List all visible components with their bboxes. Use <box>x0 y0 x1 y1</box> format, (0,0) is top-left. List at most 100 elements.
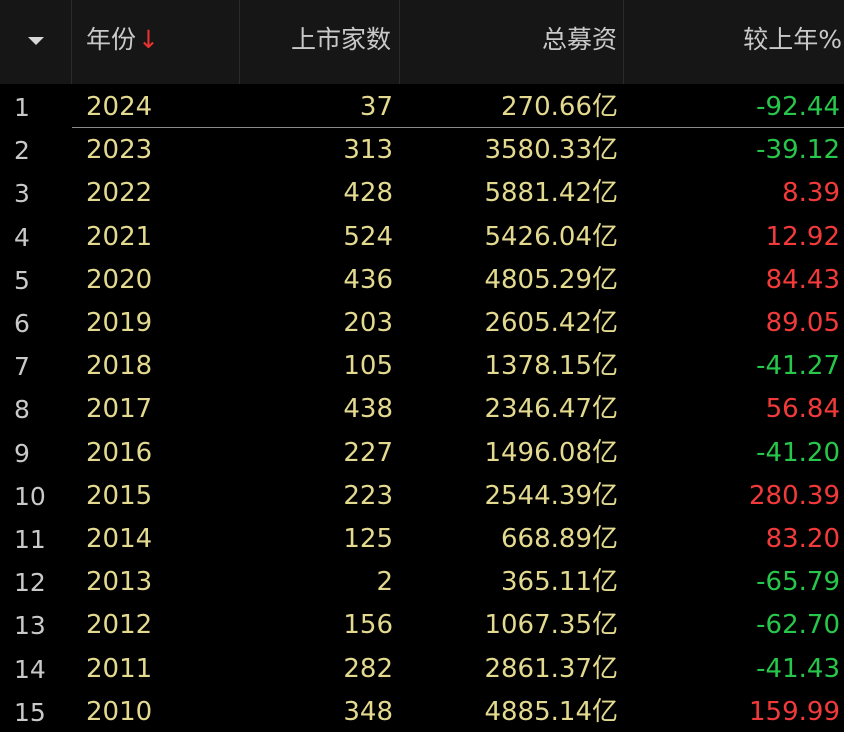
table-row[interactable]: 3 2022 428 5881.42亿 8.39 <box>0 172 844 215</box>
listing-count-cell: 2 <box>376 567 393 598</box>
listing-count-cell: 428 <box>343 178 393 209</box>
listing-count-cell: 37 <box>359 92 393 122</box>
header-year-label: 年份 <box>86 25 137 54</box>
year-cell: 2023 <box>86 135 153 166</box>
total-raised-cell: 668.89亿 <box>501 524 618 554</box>
yoy-change-cell: -39.12 <box>756 135 840 166</box>
total-raised-cell: 3580.33亿 <box>484 135 618 166</box>
selected-row-underline <box>72 127 844 129</box>
row-index: 15 <box>14 697 46 727</box>
row-index: 5 <box>14 265 30 295</box>
total-raised-cell: 4805.29亿 <box>484 264 618 295</box>
row-index: 11 <box>14 525 46 554</box>
year-cell: 2021 <box>86 221 153 252</box>
yoy-change-cell: -92.44 <box>756 92 840 122</box>
row-index: 7 <box>14 352 30 382</box>
year-cell: 2022 <box>86 178 153 209</box>
listing-count-cell: 105 <box>343 351 393 382</box>
yoy-change-cell: 83.20 <box>765 524 840 554</box>
listing-count-cell: 125 <box>343 524 393 554</box>
yoy-change-cell: 159.99 <box>749 696 840 727</box>
listing-count-cell: 348 <box>343 696 393 727</box>
listing-count-cell: 227 <box>343 437 393 468</box>
yoy-change-cell: -41.43 <box>756 653 840 684</box>
total-raised-cell: 5881.42亿 <box>484 178 618 209</box>
row-index: 14 <box>14 654 46 684</box>
total-raised-cell: 365.11亿 <box>501 567 618 598</box>
table-row[interactable]: 15 2010 348 4885.14亿 159.99 <box>0 691 844 732</box>
header-year[interactable]: 年份↓ <box>72 0 240 84</box>
year-cell: 2013 <box>86 567 153 598</box>
year-cell: 2015 <box>86 480 153 511</box>
yoy-change-cell: 84.43 <box>765 264 840 295</box>
listing-count-cell: 156 <box>343 610 393 641</box>
yoy-change-cell: -62.70 <box>756 610 840 641</box>
row-index: 10 <box>14 481 46 511</box>
total-raised-cell: 2544.39亿 <box>484 480 618 511</box>
total-raised-cell: 1067.35亿 <box>484 610 618 641</box>
year-cell: 2017 <box>86 394 153 425</box>
yoy-change-cell: 8.39 <box>782 178 840 209</box>
yoy-change-cell: 89.05 <box>765 308 840 338</box>
listing-count-cell: 223 <box>343 480 393 511</box>
table-row[interactable]: 14 2011 282 2861.37亿 -41.43 <box>0 648 844 691</box>
listing-count-cell: 438 <box>343 394 393 425</box>
yoy-change-cell: -65.79 <box>756 567 840 598</box>
year-cell: 2020 <box>86 264 153 295</box>
yoy-change-cell: -41.27 <box>756 351 840 382</box>
table-header: 年份↓ 上市家数 总募资 较上年% <box>0 0 844 84</box>
table-row[interactable]: 1 2024 37 270.66亿 -92.44 <box>0 86 844 129</box>
year-cell: 2011 <box>86 653 153 684</box>
yoy-change-cell: -41.20 <box>756 437 840 468</box>
year-cell: 2018 <box>86 351 153 382</box>
header-listing-count[interactable]: 上市家数 <box>240 0 400 84</box>
table-row[interactable]: 9 2016 227 1496.08亿 -41.20 <box>0 432 844 475</box>
table-row[interactable]: 8 2017 438 2346.47亿 56.84 <box>0 388 844 431</box>
yoy-change-cell: 12.92 <box>765 221 840 252</box>
table-row[interactable]: 11 2014 125 668.89亿 83.20 <box>0 518 844 561</box>
listing-count-cell: 203 <box>343 308 393 338</box>
row-index: 13 <box>14 611 46 641</box>
total-raised-cell: 4885.14亿 <box>484 696 618 727</box>
total-raised-cell: 2346.47亿 <box>484 394 618 425</box>
table-row[interactable]: 12 2013 2 365.11亿 -65.79 <box>0 561 844 604</box>
total-raised-cell: 2861.37亿 <box>484 653 618 684</box>
row-index: 12 <box>14 568 46 598</box>
table-row[interactable]: 7 2018 105 1378.15亿 -41.27 <box>0 345 844 388</box>
yoy-change-cell: 56.84 <box>765 394 840 425</box>
row-index: 6 <box>14 309 30 338</box>
year-cell: 2014 <box>86 524 153 554</box>
row-index: 9 <box>14 438 30 468</box>
table-row[interactable]: 13 2012 156 1067.35亿 -62.70 <box>0 604 844 647</box>
header-total-raised[interactable]: 总募资 <box>400 0 624 84</box>
total-raised-cell: 1496.08亿 <box>484 437 618 468</box>
year-cell: 2024 <box>86 92 153 122</box>
table-row[interactable]: 6 2019 203 2605.42亿 89.05 <box>0 302 844 345</box>
year-cell: 2012 <box>86 610 153 641</box>
total-raised-cell: 1378.15亿 <box>484 351 618 382</box>
table-row[interactable]: 4 2021 524 5426.04亿 12.92 <box>0 216 844 259</box>
listing-count-cell: 313 <box>343 135 393 166</box>
header-yoy-change[interactable]: 较上年% <box>624 0 844 84</box>
row-index: 2 <box>14 136 30 166</box>
column-menu-button[interactable] <box>0 0 72 84</box>
listing-count-cell: 436 <box>343 264 393 295</box>
table-row[interactable]: 10 2015 223 2544.39亿 280.39 <box>0 475 844 518</box>
total-raised-cell: 5426.04亿 <box>484 221 618 252</box>
listing-count-cell: 524 <box>343 221 393 252</box>
listing-count-cell: 282 <box>343 653 393 684</box>
row-index: 1 <box>14 93 30 122</box>
table-row[interactable]: 2 2023 313 3580.33亿 -39.12 <box>0 129 844 172</box>
year-cell: 2010 <box>86 696 153 727</box>
year-cell: 2019 <box>86 308 153 338</box>
row-index: 8 <box>14 395 30 425</box>
total-raised-cell: 2605.42亿 <box>484 308 618 338</box>
total-raised-cell: 270.66亿 <box>501 92 618 122</box>
sort-desc-icon: ↓ <box>138 25 159 54</box>
yoy-change-cell: 280.39 <box>749 480 840 511</box>
caret-down-icon <box>27 37 44 45</box>
ipo-stats-table: 年份↓ 上市家数 总募资 较上年% 1 2024 37 270.66亿 -92.44 2 2… <box>0 0 844 732</box>
row-index: 4 <box>14 222 30 252</box>
row-index: 3 <box>14 179 30 209</box>
table-row[interactable]: 5 2020 436 4805.29亿 84.43 <box>0 259 844 302</box>
